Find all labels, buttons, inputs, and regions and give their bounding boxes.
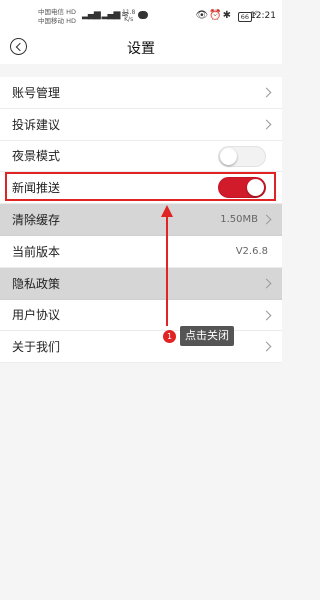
settings-label: 账号管理 (12, 85, 61, 100)
settings-row-feedback[interactable]: 投诉建议 (0, 108, 282, 141)
settings-label: 清除缓存 (12, 213, 61, 228)
settings-row-account[interactable]: 账号管理 (0, 77, 282, 109)
highlight-box (5, 172, 276, 201)
chevron-right-icon (261, 341, 272, 352)
settings-label: 用户协议 (12, 308, 61, 323)
carrier-tag-1: HD (66, 8, 76, 16)
settings-row-night-mode: 夜景模式 (0, 140, 282, 173)
step-number-badge: 1 (163, 330, 176, 343)
chevron-right-icon (261, 87, 272, 98)
settings-list: 账号管理 投诉建议 夜景模式 新闻推送 清除缓存 1.50MB 当前版本 V2.… (0, 77, 282, 364)
settings-row-privacy[interactable]: 隐私政策 (0, 267, 282, 300)
carrier-2: 中国移动 (38, 17, 64, 25)
wechat-icon (138, 11, 148, 19)
settings-row-user-agreement[interactable]: 用户协议 (0, 299, 282, 332)
settings-label: 关于我们 (12, 340, 61, 355)
settings-label: 隐私政策 (12, 276, 61, 291)
signal-icon: ▂▄▆ ▂▄▆ ≋ (82, 10, 129, 20)
page-title: 设置 (127, 41, 155, 57)
status-icons: 👁⏰✱ (195, 10, 232, 21)
page-header: 设置 (0, 36, 282, 64)
settings-row-clear-cache[interactable]: 清除缓存 1.50MB (0, 204, 282, 236)
chevron-right-icon (261, 278, 272, 289)
cache-size: 1.50MB (220, 214, 258, 226)
settings-label: 当前版本 (12, 244, 61, 259)
pointer-arrow-line (166, 216, 168, 326)
carrier-1: 中国电信 (38, 8, 64, 16)
chevron-right-icon (261, 214, 272, 225)
settings-label: 投诉建议 (12, 117, 61, 132)
night-mode-toggle[interactable] (218, 145, 266, 167)
carrier-info: 中国电信 HD 中国移动 HD (38, 8, 76, 26)
chevron-right-icon (261, 119, 272, 130)
version-value: V2.6.8 (235, 245, 268, 257)
clock: 12:21 (250, 11, 276, 21)
settings-row-version: 当前版本 V2.6.8 (0, 235, 282, 268)
toggle-knob (220, 147, 237, 165)
settings-row-about[interactable]: 关于我们 (0, 331, 282, 364)
network-speed-unit: K/s (124, 16, 134, 23)
status-bar: 中国电信 HD 中国移动 HD ▂▄▆ ▂▄▆ ≋ 11.8 K/s 👁⏰✱ 6… (0, 0, 282, 36)
instruction-tooltip: 点击关闭 (180, 326, 234, 346)
network-speed-value: 11.8 (122, 9, 136, 16)
network-speed: 11.8 K/s (122, 9, 135, 23)
settings-label: 夜景模式 (12, 149, 61, 164)
carrier-tag-2: HD (66, 17, 76, 25)
chevron-right-icon (261, 310, 272, 321)
